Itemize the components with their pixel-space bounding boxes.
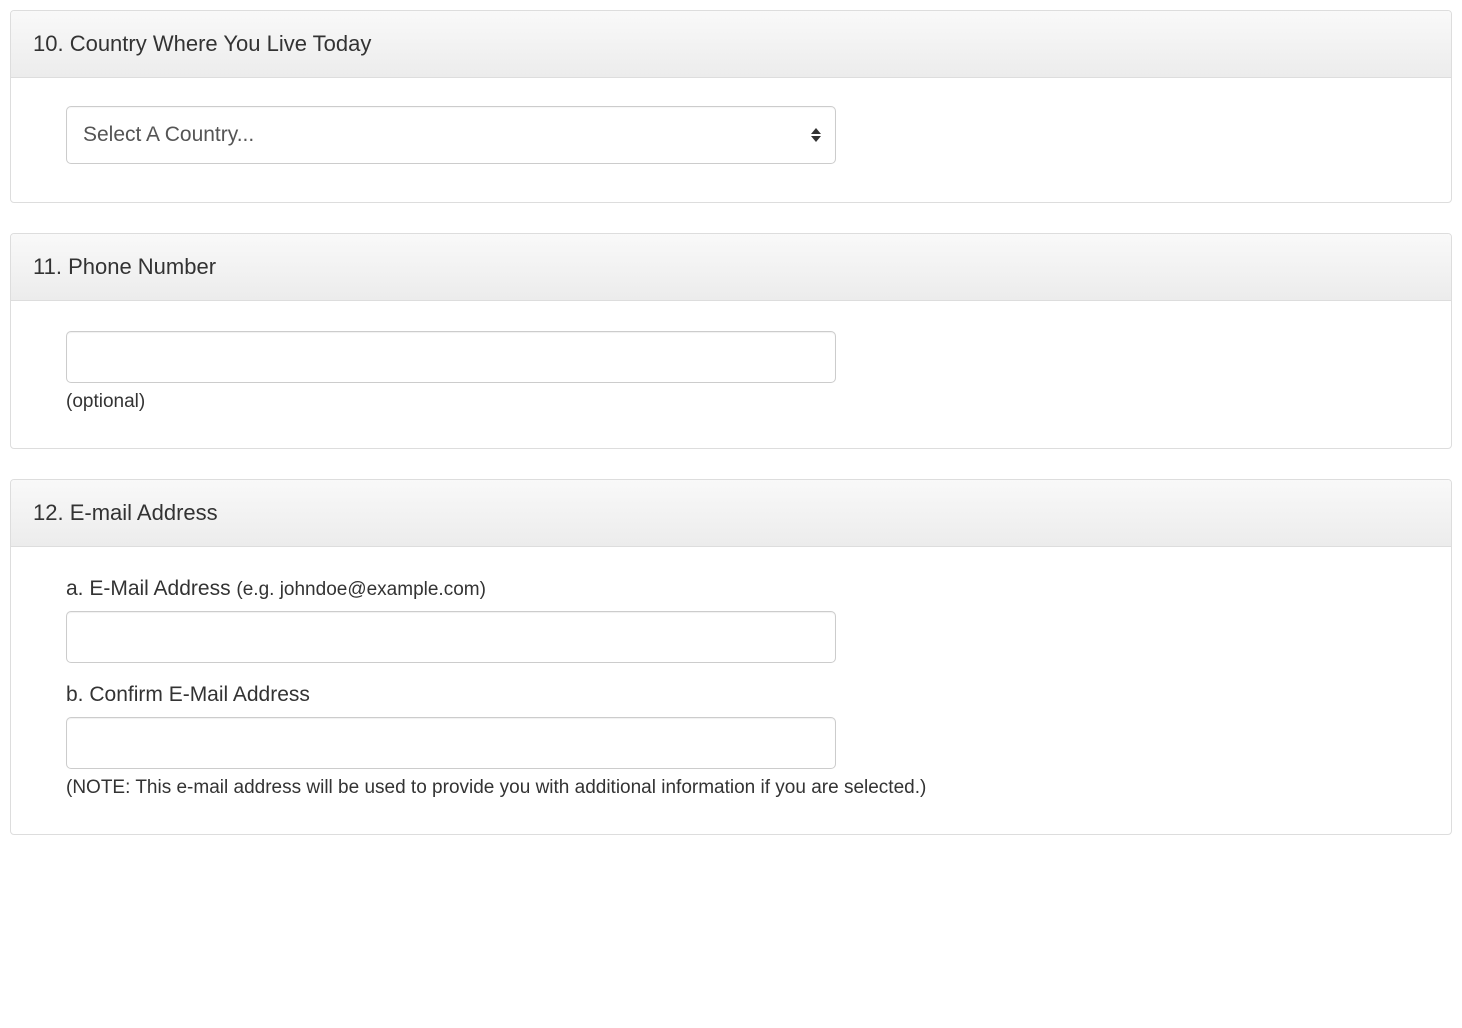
section-phone-body: (optional) [11, 301, 1451, 448]
country-select[interactable]: Select A Country... [66, 106, 836, 164]
email-note: (NOTE: This e-mail address will be used … [66, 777, 1396, 799]
section-country: 10. Country Where You Live Today Select … [10, 10, 1452, 203]
email-field-group-b: b. Confirm E-Mail Address (NOTE: This e-… [66, 683, 1396, 799]
email-field-group-a: a. E-Mail Address (e.g. johndoe@example.… [66, 577, 1396, 663]
section-country-body: Select A Country... [11, 78, 1451, 202]
phone-input[interactable] [66, 331, 836, 383]
email-a-input[interactable] [66, 611, 836, 663]
section-email-heading: 12. E-mail Address [11, 480, 1451, 547]
email-b-label-row: b. Confirm E-Mail Address [66, 683, 1396, 707]
section-email-body: a. E-Mail Address (e.g. johndoe@example.… [11, 547, 1451, 834]
section-phone-heading: 11. Phone Number [11, 234, 1451, 301]
country-select-wrapper: Select A Country... [66, 106, 836, 164]
section-email: 12. E-mail Address a. E-Mail Address (e.… [10, 479, 1452, 835]
email-a-hint: (e.g. johndoe@example.com) [236, 579, 486, 600]
section-country-heading: 10. Country Where You Live Today [11, 11, 1451, 78]
email-a-label: a. E-Mail Address [66, 577, 236, 600]
email-b-label: b. Confirm E-Mail Address [66, 683, 310, 706]
email-a-label-row: a. E-Mail Address (e.g. johndoe@example.… [66, 577, 1396, 601]
section-phone: 11. Phone Number (optional) [10, 233, 1452, 449]
phone-help-text: (optional) [66, 391, 1396, 413]
email-b-input[interactable] [66, 717, 836, 769]
